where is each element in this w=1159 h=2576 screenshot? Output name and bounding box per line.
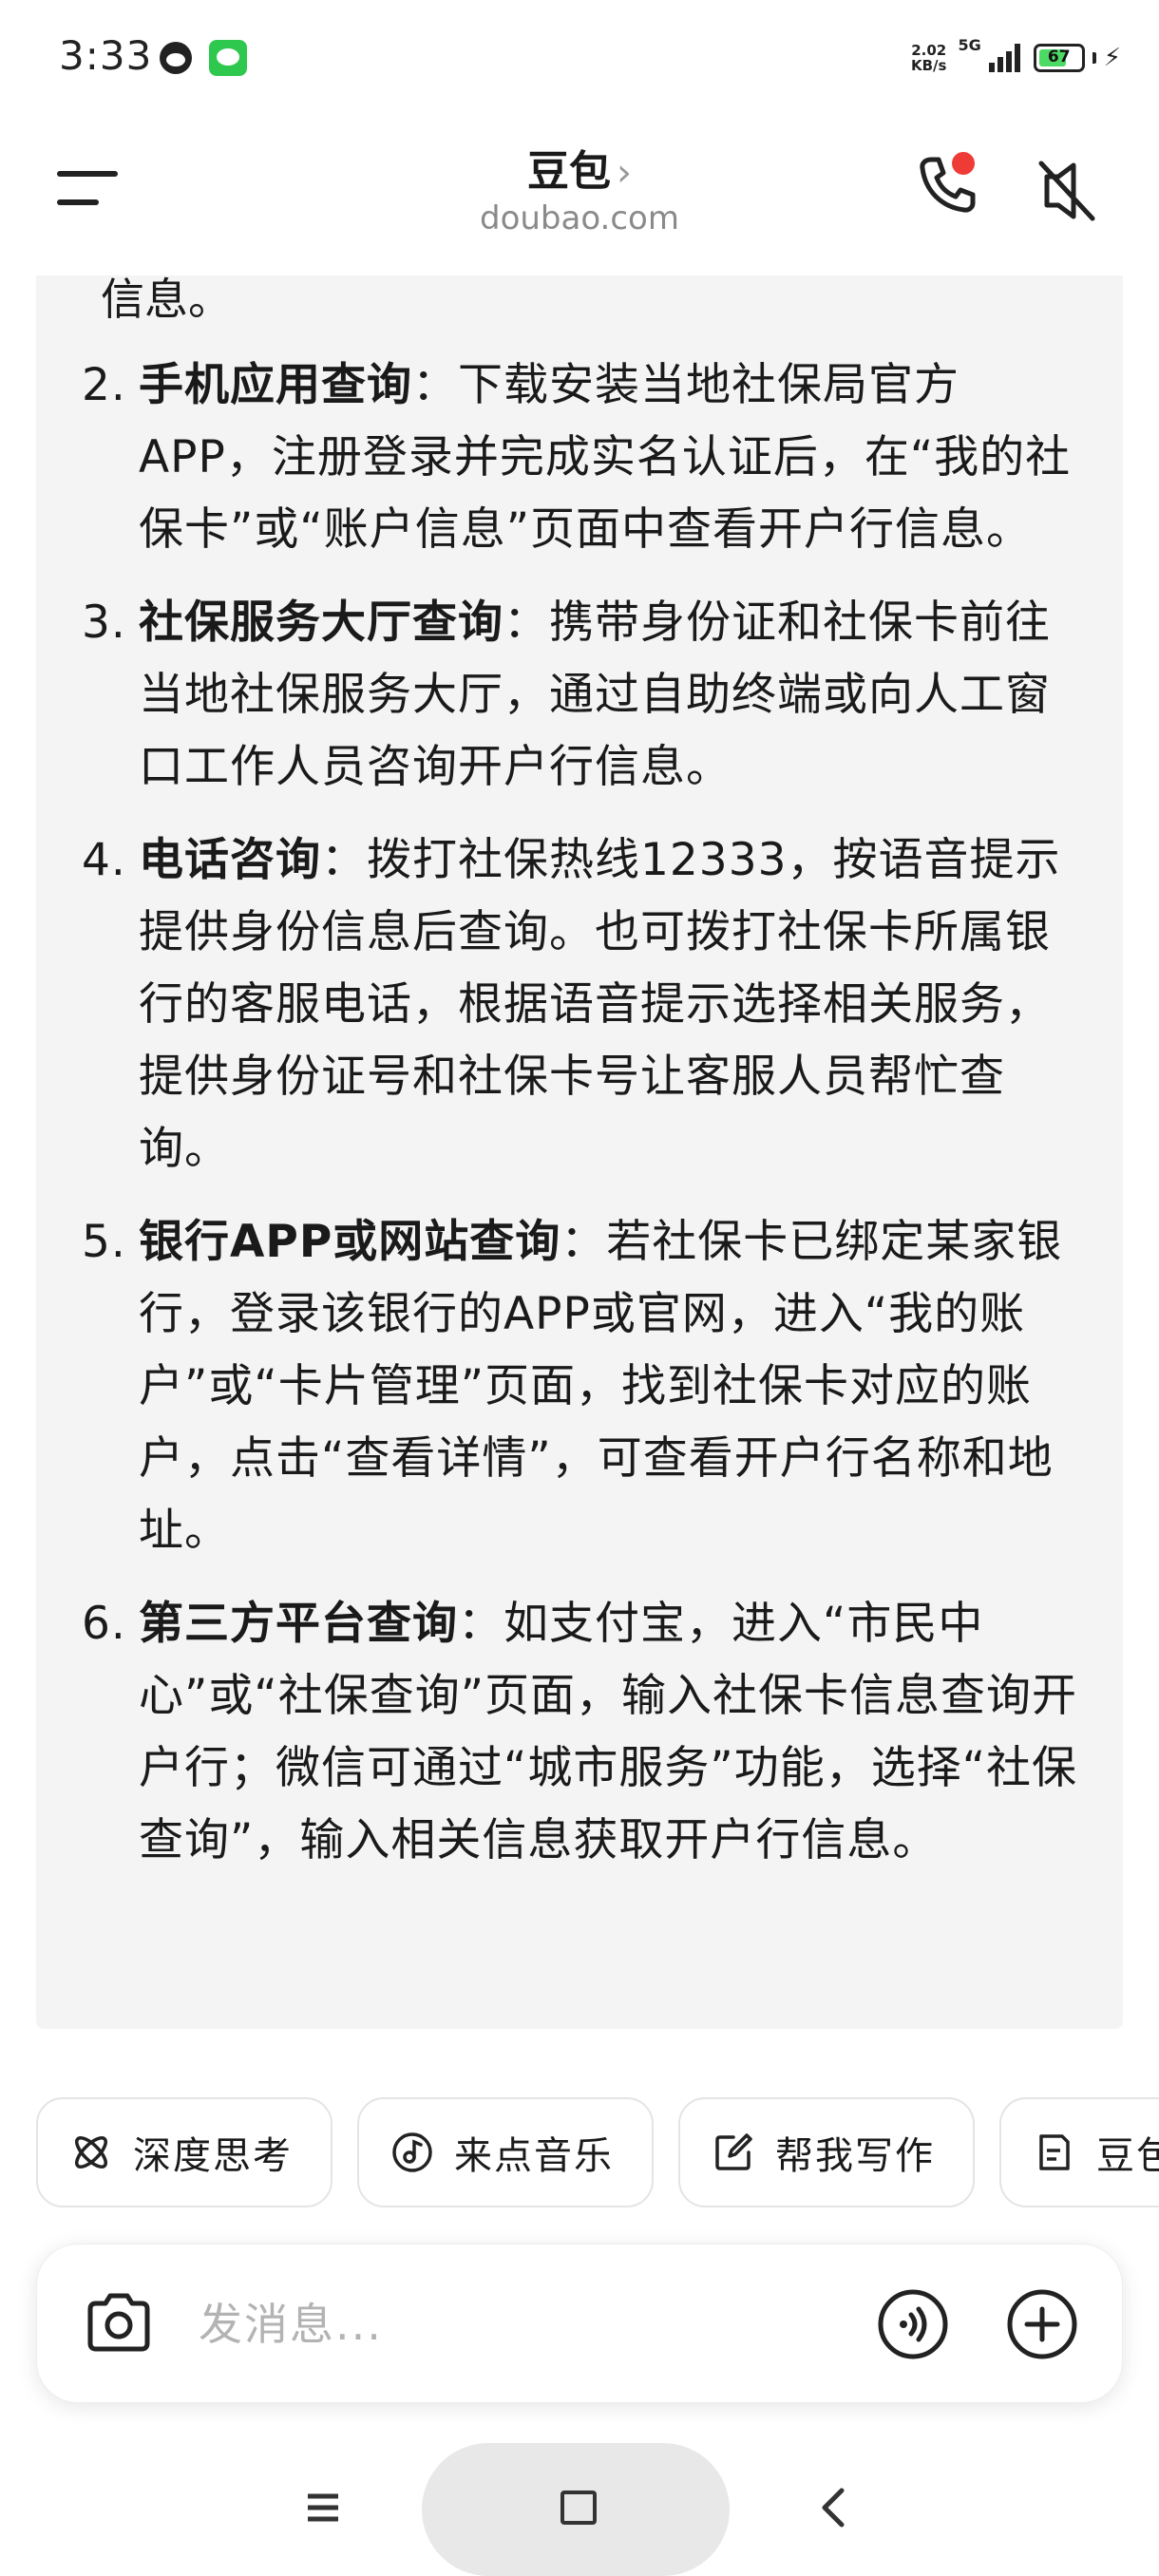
home-icon[interactable] bbox=[422, 2443, 730, 2576]
chat-title-text: 豆包 bbox=[527, 147, 611, 196]
network-speed-value: 2.02 bbox=[911, 42, 947, 59]
wechat-icon bbox=[209, 40, 247, 76]
qq-icon bbox=[160, 42, 192, 74]
list-item: 3. 社保服务大厅查询：携带身份证和社保卡前往当地社保服务大厅，通过自助终端或向… bbox=[36, 587, 1123, 804]
list-item-number: 4. bbox=[82, 834, 126, 886]
battery-cap bbox=[1092, 52, 1096, 64]
list-item-number: 2. bbox=[82, 359, 126, 411]
edit-icon bbox=[715, 2133, 752, 2170]
chat-subtitle: doubao.com bbox=[480, 199, 679, 237]
status-bar: 3:33 2.02 KB/s 5G 67 ⚡ bbox=[0, 0, 1159, 114]
network-speed-unit: KB/s bbox=[911, 57, 947, 74]
back-icon[interactable] bbox=[813, 2485, 851, 2530]
network-type: 5G bbox=[958, 36, 981, 54]
list-item-title: 电话咨询 bbox=[139, 834, 321, 886]
charging-icon: ⚡ bbox=[1103, 44, 1121, 72]
suggestion-chips[interactable]: 深度思考 来点音乐 帮我写作 豆包 bbox=[36, 2097, 1159, 2209]
voice-input-icon[interactable] bbox=[877, 2288, 949, 2360]
message-composer bbox=[36, 2244, 1123, 2403]
signal-icon bbox=[988, 44, 1020, 72]
list-item-number: 3. bbox=[82, 597, 126, 649]
notification-dot bbox=[952, 152, 975, 175]
list-item-title: 社保服务大厅查询 bbox=[139, 597, 504, 649]
chip-label: 帮我写作 bbox=[775, 2134, 935, 2178]
answer-fragment: 信息。 bbox=[101, 275, 232, 325]
system-nav-bar bbox=[0, 2443, 1159, 2576]
chip-label: 来点音乐 bbox=[454, 2134, 614, 2178]
list-item: 4. 电话咨询：拨打社保热线12333，按语音提示提供身份信息后查询。也可拨打社… bbox=[36, 824, 1123, 1185]
list-item-title: 手机应用查询 bbox=[139, 359, 412, 411]
chip-label: 深度思考 bbox=[133, 2134, 293, 2178]
plus-icon[interactable] bbox=[1006, 2288, 1078, 2360]
list-item-title: 第三方平台查询 bbox=[139, 1598, 458, 1650]
list-item: 6. 第三方平台查询：如支付宝，进入“市民中心”或“社保查询”页面，输入社保卡信… bbox=[36, 1588, 1123, 1877]
status-time: 3:33 bbox=[59, 32, 153, 79]
chat-scroll-area[interactable]: 信息。 2. 手机应用查询：下载安装当地社保局官方APP，注册登录并完成实名认证… bbox=[0, 275, 1159, 2059]
battery-icon: 67 bbox=[1033, 44, 1085, 72]
chevron-right-icon: › bbox=[617, 151, 632, 195]
speaker-mute-icon[interactable] bbox=[1036, 158, 1098, 224]
chip-deep-thinking[interactable]: 深度思考 bbox=[36, 2097, 332, 2207]
list-item: 5. 银行APP或网站查询：若社保卡已绑定某家银行，登录该银行的APP或官网，进… bbox=[36, 1206, 1123, 1567]
chip-music[interactable]: 来点音乐 bbox=[357, 2097, 654, 2207]
battery-level: 67 bbox=[1047, 47, 1071, 66]
app-header: 豆包 › doubao.com bbox=[0, 114, 1159, 275]
chip-doubao[interactable]: 豆包 bbox=[999, 2097, 1159, 2207]
chip-writing[interactable]: 帮我写作 bbox=[678, 2097, 975, 2207]
message-input[interactable] bbox=[199, 2290, 731, 2358]
menu-icon[interactable] bbox=[304, 2489, 342, 2527]
network-speed: 2.02 KB/s bbox=[911, 43, 946, 73]
list-item-title: 银行APP或网站查询 bbox=[139, 1216, 561, 1268]
status-indicators: 2.02 KB/s 5G 67 ⚡ bbox=[911, 36, 1121, 80]
list-item: 2. 手机应用查询：下载安装当地社保局官方APP，注册登录并完成实名认证后，在“… bbox=[36, 350, 1123, 566]
document-icon bbox=[1039, 2134, 1070, 2170]
chip-label: 豆包 bbox=[1096, 2134, 1159, 2178]
list-item-number: 6. bbox=[82, 1598, 126, 1650]
answer-list: 2. 手机应用查询：下载安装当地社保局官方APP，注册登录并完成实名认证后，在“… bbox=[36, 350, 1123, 1898]
list-item-number: 5. bbox=[82, 1216, 126, 1268]
chat-title[interactable]: 豆包 › bbox=[0, 137, 1159, 198]
atom-icon bbox=[75, 2136, 107, 2169]
camera-icon[interactable] bbox=[83, 2290, 155, 2357]
music-icon bbox=[392, 2132, 432, 2172]
